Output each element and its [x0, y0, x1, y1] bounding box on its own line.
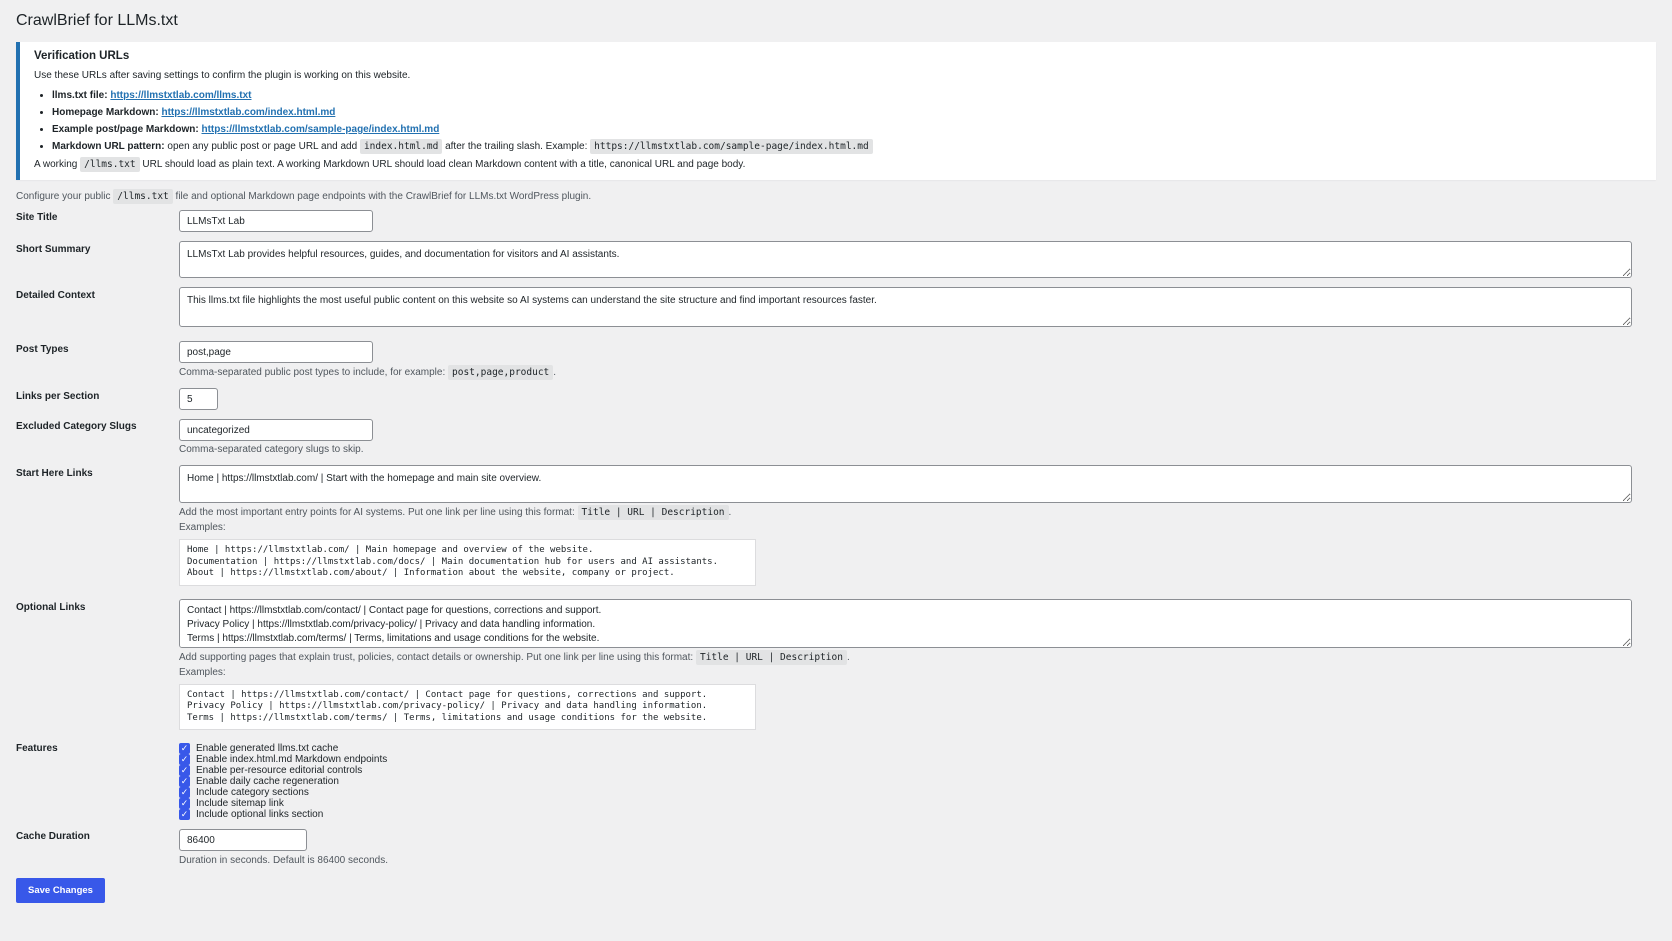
list-item: llms.txt file: https://llmstxtlab.com/ll…: [52, 90, 1642, 102]
post-types-row: Post Types Comma-separated public post t…: [16, 341, 1656, 380]
short-summary-textarea[interactable]: LLMsTxt Lab provides helpful resources, …: [179, 241, 1632, 278]
intro-text: Configure your public: [16, 191, 111, 202]
example-markdown-link[interactable]: https://llmstxtlab.com/sample-page/index…: [201, 124, 439, 135]
feature-checkbox-editorial-controls[interactable]: ✓ Enable per-resource editorial controls: [179, 765, 1656, 776]
features-row: Features ✓ Enable generated llms.txt cach…: [16, 743, 1656, 820]
feature-checkbox-llms-cache[interactable]: ✓ Enable generated llms.txt cache: [179, 743, 1656, 754]
verification-notice: Verification URLs Use these URLs after s…: [16, 42, 1656, 180]
checkbox-checked-icon[interactable]: ✓: [179, 765, 190, 776]
settings-page: CrawlBrief for LLMs.txt Verification URL…: [0, 0, 1672, 903]
feature-label: Enable index.html.md Markdown endpoints: [196, 754, 388, 765]
excluded-slugs-input[interactable]: [179, 419, 373, 441]
excluded-slugs-label: Excluded Category Slugs: [16, 421, 137, 432]
feature-checkbox-daily-regeneration[interactable]: ✓ Enable daily cache regeneration: [179, 776, 1656, 787]
examples-label: Examples:: [179, 522, 226, 533]
pattern-example-code: https://llmstxtlab.com/sample-page/index…: [590, 139, 873, 154]
checkbox-checked-icon[interactable]: ✓: [179, 754, 190, 765]
optional-links-description: Add supporting pages that explain trust,…: [179, 649, 1656, 665]
start-here-label: Start Here Links: [16, 468, 93, 479]
notice-footer-text: URL should load as plain text. A working…: [142, 159, 746, 170]
optional-links-row: Optional Links Contact | https://llmstxt…: [16, 598, 1656, 730]
example-markdown-label: Example post/page Markdown:: [52, 124, 199, 135]
detailed-context-row: Detailed Context This llms.txt file high…: [16, 287, 1656, 327]
cache-duration-description: Duration in seconds. Default is 86400 se…: [179, 855, 389, 866]
links-per-section-label: Links per Section: [16, 391, 100, 402]
description-code: post,page,product: [448, 365, 554, 380]
pattern-text: after the trailing slash. Example:: [445, 141, 588, 152]
page-intro: Configure your public /llms.txt file and…: [16, 189, 1656, 204]
excluded-slugs-description: Comma-separated category slugs to skip.: [179, 444, 364, 455]
optional-links-textarea[interactable]: Contact | https://llmstxtlab.com/contact…: [179, 598, 1632, 648]
list-item: Example post/page Markdown: https://llms…: [52, 124, 1642, 136]
examples-label: Examples:: [179, 666, 226, 678]
homepage-markdown-label: Homepage Markdown:: [52, 107, 159, 118]
detailed-context-label: Detailed Context: [16, 290, 95, 301]
notice-footer: A working /llms.txt URL should load as p…: [34, 157, 1642, 172]
cache-duration-input[interactable]: [179, 829, 307, 851]
post-types-label: Post Types: [16, 344, 69, 355]
cache-duration-label: Cache Duration: [16, 831, 90, 842]
list-item: Markdown URL pattern: open any public po…: [52, 139, 1642, 154]
feature-checkbox-markdown-endpoints[interactable]: ✓ Enable index.html.md Markdown endpoints: [179, 754, 1656, 765]
feature-label: Include category sections: [196, 787, 309, 798]
detailed-context-textarea[interactable]: This llms.txt file highlights the most u…: [179, 287, 1632, 327]
notice-footer-text: A working: [34, 159, 78, 170]
feature-checkbox-optional-links[interactable]: ✓ Include optional links section: [179, 809, 1656, 820]
homepage-markdown-link[interactable]: https://llmstxtlab.com/index.html.md: [161, 107, 335, 118]
short-summary-row: Short Summary LLMsTxt Lab provides helpf…: [16, 241, 1656, 278]
page-title: CrawlBrief for LLMs.txt: [16, 12, 178, 29]
description-text: .: [846, 651, 850, 663]
llms-file-link[interactable]: https://llmstxtlab.com/llms.txt: [110, 90, 251, 101]
start-here-textarea[interactable]: Home | https://llmstxtlab.com/ | Start w…: [179, 465, 1632, 503]
short-summary-label: Short Summary: [16, 244, 91, 255]
description-code: Title | URL | Description: [577, 505, 729, 520]
optional-links-label: Optional Links: [16, 601, 86, 613]
features-label: Features: [16, 743, 58, 754]
pattern-text: open any public post or page URL and add: [167, 141, 358, 152]
description-text: Comma-separated public post types to inc…: [179, 367, 446, 378]
pattern-code: index.html.md: [359, 139, 443, 154]
feature-checkbox-sitemap-link[interactable]: ✓ Include sitemap link: [179, 798, 1656, 809]
links-per-section-row: Links per Section: [16, 388, 1656, 410]
intro-code: /llms.txt: [113, 189, 173, 204]
site-title-input[interactable]: [179, 210, 373, 232]
excluded-slugs-row: Excluded Category Slugs Comma-separated …: [16, 419, 1656, 455]
site-title-label: Site Title: [16, 212, 58, 223]
checkbox-checked-icon[interactable]: ✓: [179, 809, 190, 820]
checkbox-checked-icon[interactable]: ✓: [179, 743, 190, 754]
verification-url-list: llms.txt file: https://llmstxtlab.com/ll…: [34, 90, 1642, 154]
site-title-row: Site Title: [16, 210, 1656, 232]
checkbox-checked-icon[interactable]: ✓: [179, 776, 190, 787]
post-types-input[interactable]: [179, 341, 373, 363]
checkbox-checked-icon[interactable]: ✓: [179, 798, 190, 809]
notice-title: Verification URLs: [34, 50, 130, 62]
llms-file-label: llms.txt file:: [52, 90, 108, 101]
description-text: .: [728, 507, 732, 518]
feature-label: Enable generated llms.txt cache: [196, 743, 339, 754]
pattern-label: Markdown URL pattern:: [52, 141, 165, 152]
intro-text: file and optional Markdown page endpoint…: [175, 191, 592, 202]
optional-links-examples: Contact | https://llmstxtlab.com/contact…: [179, 683, 756, 730]
start-here-examples: Home | https://llmstxtlab.com/ | Main ho…: [179, 539, 756, 586]
feature-label: Enable daily cache regeneration: [196, 776, 339, 787]
save-changes-button[interactable]: Save Changes: [16, 878, 105, 903]
start-here-row: Start Here Links Home | https://llmstxtl…: [16, 465, 1656, 586]
links-per-section-input[interactable]: [179, 388, 218, 410]
llms-path-code: /llms.txt: [80, 157, 140, 172]
description-text: Add supporting pages that explain trust,…: [179, 651, 694, 663]
feature-label: Include sitemap link: [196, 798, 284, 809]
cache-duration-row: Cache Duration Duration in seconds. Defa…: [16, 829, 1656, 866]
post-types-description: Comma-separated public post types to inc…: [179, 365, 1656, 380]
feature-label: Enable per-resource editorial controls: [196, 765, 363, 776]
notice-intro: Use these URLs after saving settings to …: [34, 70, 411, 81]
list-item: Homepage Markdown: https://llmstxtlab.co…: [52, 107, 1642, 119]
feature-label: Include optional links section: [196, 809, 324, 820]
description-code: Title | URL | Description: [695, 649, 847, 665]
description-text: Add the most important entry points for …: [179, 507, 575, 518]
checkbox-checked-icon[interactable]: ✓: [179, 787, 190, 798]
feature-checkbox-category-sections[interactable]: ✓ Include category sections: [179, 787, 1656, 798]
start-here-description: Add the most important entry points for …: [179, 505, 1656, 520]
description-text: .: [553, 367, 557, 378]
features-checklist: ✓ Enable generated llms.txt cache ✓ Enable…: [179, 743, 1656, 820]
